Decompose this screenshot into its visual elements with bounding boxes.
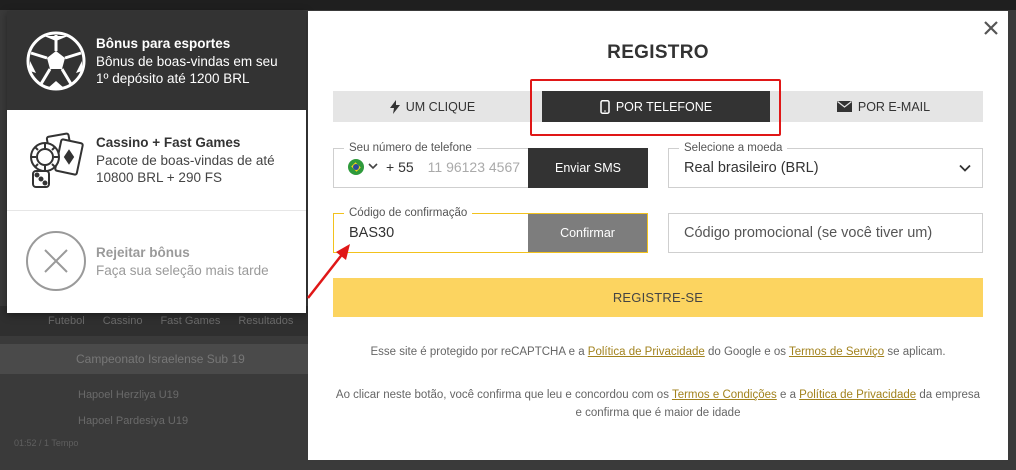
chevron-down-icon bbox=[959, 164, 971, 172]
google-terms-link[interactable]: Termos de Serviço bbox=[789, 346, 884, 358]
field-label: Código de confirmação bbox=[344, 206, 473, 220]
google-privacy-policy-link[interactable]: Política de Privacidade bbox=[588, 346, 705, 358]
bonus-description: Bônus de boas-vindas em seu 1º depósito … bbox=[96, 53, 278, 86]
background-team-row: Hapoel Herzliya U19 bbox=[0, 384, 310, 406]
league-name: Campeonato Israelense Sub 19 bbox=[76, 352, 245, 366]
background-nav-item: Cassino bbox=[102, 315, 143, 327]
promo-code-input[interactable]: Código promocional (se você tiver um) bbox=[684, 225, 932, 241]
legal-text: Esse site é protegido por reCAPTCHA e a bbox=[370, 346, 588, 358]
envelope-icon bbox=[836, 101, 852, 112]
tab-label: POR E-MAIL bbox=[857, 99, 931, 114]
background-topbar bbox=[0, 0, 1016, 10]
consent-notice: Ao clicar neste botão, você confirma que… bbox=[333, 386, 983, 422]
dial-code: + 55 bbox=[386, 159, 414, 175]
tab-email[interactable]: POR E-MAIL bbox=[784, 91, 983, 122]
modal-title: REGISTRO bbox=[607, 42, 709, 63]
bonus-title: Bônus para esportes bbox=[96, 35, 231, 51]
currency-value: Real brasileiro (BRL) bbox=[684, 160, 819, 176]
annotation-arrow-icon bbox=[307, 244, 350, 299]
phone-number-field[interactable]: Seu número de telefone + 55 11 96123 456… bbox=[333, 141, 528, 188]
bonus-panel: Bônus para esportes Bônus de boas-vindas… bbox=[7, 11, 306, 313]
send-sms-button[interactable]: Enviar SMS bbox=[528, 148, 648, 188]
soccer-ball-icon bbox=[25, 30, 87, 92]
background-team-row: Hapoel Pardesiya U19 bbox=[0, 410, 310, 432]
background-nav-item: Fast Games bbox=[160, 315, 221, 327]
privacy-policy-link[interactable]: Política de Privacidade bbox=[799, 389, 916, 401]
legal-text: se aplicam. bbox=[884, 346, 946, 358]
close-icon bbox=[984, 21, 998, 35]
background-league-row: Campeonato Israelense Sub 19 bbox=[0, 344, 310, 374]
legal-text: do Google e os bbox=[704, 346, 789, 358]
recaptcha-notice: Esse site é protegido por reCAPTCHA e a … bbox=[333, 343, 983, 361]
close-button[interactable] bbox=[980, 17, 1002, 39]
lightning-icon bbox=[389, 99, 400, 114]
bonus-title: Cassino + Fast Games bbox=[96, 135, 241, 150]
team-name: Hapoel Pardesiya U19 bbox=[78, 415, 189, 427]
bonus-description: Faça sua seleção mais tarde bbox=[96, 262, 269, 278]
highlight-box bbox=[530, 79, 781, 136]
confirm-button[interactable]: Confirmar bbox=[528, 213, 648, 253]
currency-select[interactable]: Selecione a moeda Real brasileiro (BRL) bbox=[668, 141, 983, 188]
legal-text: Ao clicar neste botão, você confirma que… bbox=[335, 389, 672, 401]
bonus-title: Rejeitar bônus bbox=[96, 244, 190, 260]
chevron-down-icon[interactable] bbox=[368, 162, 378, 173]
confirmation-code-field[interactable]: Código de confirmação BAS30 bbox=[333, 206, 528, 253]
bonus-description: Pacote de boas-vindas de até 10800 BRL +… bbox=[96, 153, 275, 185]
phone-input[interactable]: 11 96123 4567 bbox=[428, 159, 520, 175]
team-name: Hapoel Herzliya U19 bbox=[78, 389, 179, 401]
brazil-flag-icon[interactable] bbox=[348, 159, 364, 175]
tab-one-click[interactable]: UM CLIQUE bbox=[333, 91, 532, 122]
field-label: Seu número de telefone bbox=[344, 141, 477, 155]
registration-modal: REGISTRO UM CLIQUE POR TELEFONE POR E-MA… bbox=[308, 11, 1008, 460]
bonus-option-reject[interactable]: Rejeitar bônus Faça sua seleção mais tar… bbox=[7, 211, 306, 311]
close-circle-icon bbox=[25, 230, 87, 292]
promo-code-field[interactable]: Código promocional (se você tiver um) bbox=[668, 213, 983, 253]
legal-text: e a bbox=[776, 389, 800, 401]
casino-chips-cards-icon bbox=[25, 129, 87, 191]
background-nav-item: Resultados bbox=[238, 315, 294, 327]
background-match-time: 01:52 / 1 Tempo bbox=[14, 438, 79, 448]
register-button[interactable]: REGISTRE-SE bbox=[333, 278, 983, 317]
bonus-option-sports[interactable]: Bônus para esportes Bônus de boas-vindas… bbox=[7, 11, 306, 110]
field-label: Selecione a moeda bbox=[679, 141, 788, 155]
bonus-option-casino[interactable]: Cassino + Fast Games Pacote de boas-vind… bbox=[7, 110, 306, 211]
background-nav-item: Futebol bbox=[48, 315, 85, 327]
tab-label: UM CLIQUE bbox=[405, 99, 476, 114]
terms-conditions-link[interactable]: Termos e Condições bbox=[672, 389, 777, 401]
